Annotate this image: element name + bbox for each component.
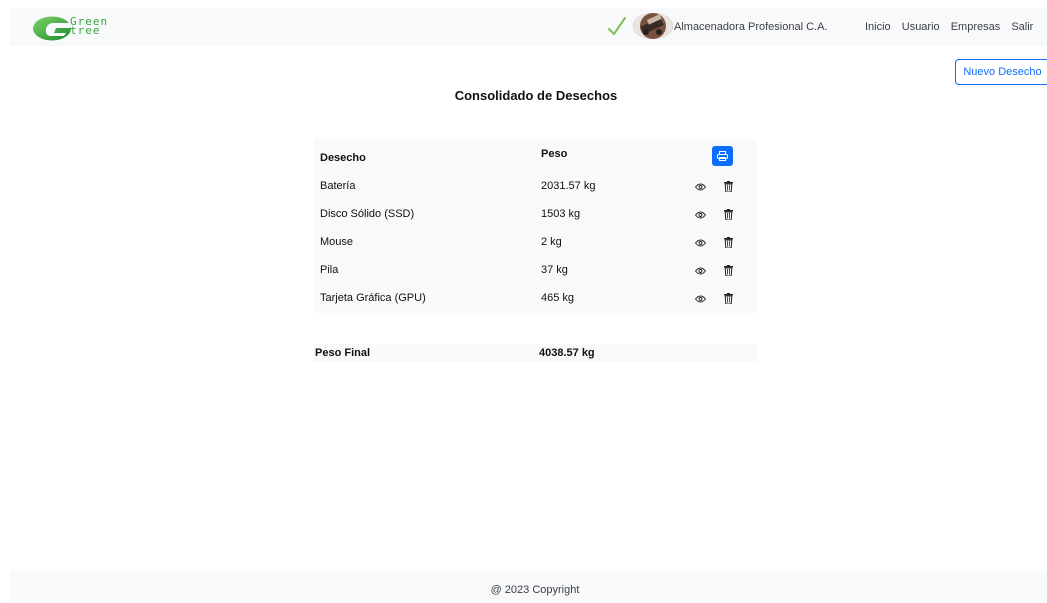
eye-icon[interactable]: [695, 267, 706, 275]
cell-desecho: Mouse: [320, 236, 354, 248]
page-title: Consolidado de Desechos: [454, 88, 618, 103]
trash-icon[interactable]: [724, 209, 733, 220]
eye-icon[interactable]: [695, 211, 706, 219]
eye-icon[interactable]: [695, 183, 706, 191]
navbar: Green tree Almacenadora Profesional C.A.…: [10, 8, 1047, 46]
logo-text: Green tree: [70, 15, 109, 37]
company-photo-icon: [633, 13, 673, 39]
table-row: Mouse 2 kg: [314, 229, 757, 257]
cell-desecho: Batería: [320, 180, 356, 192]
table-row: Disco Sólido (SSD) 1503 kg: [314, 201, 757, 229]
waste-table: Desecho Peso Batería 2031.57 kg Disco Só…: [314, 139, 757, 313]
nav-salir[interactable]: Salir: [1011, 21, 1033, 33]
cell-desecho: Tarjeta Gráfica (GPU): [320, 292, 426, 304]
print-button[interactable]: [712, 146, 733, 166]
total-value: 4038.57 kg: [539, 347, 595, 359]
cell-peso: 2031.57 kg: [541, 180, 596, 192]
cell-peso: 37 kg: [541, 264, 568, 276]
print-icon: [717, 151, 728, 161]
verified-check-icon: [608, 17, 626, 35]
table-header: Desecho Peso: [314, 139, 757, 173]
company-name: Almacenadora Profesional C.A.: [674, 21, 828, 33]
nav-links: Inicio Usuario Empresas Salir: [865, 21, 1033, 33]
table-row: Batería 2031.57 kg: [314, 173, 757, 201]
nav-inicio[interactable]: Inicio: [865, 21, 891, 33]
company-avatar[interactable]: [633, 13, 673, 39]
table-row: Tarjeta Gráfica (GPU) 465 kg: [314, 285, 757, 313]
nav-usuario[interactable]: Usuario: [902, 21, 940, 33]
trash-icon[interactable]: [724, 265, 733, 276]
column-header-peso: Peso: [541, 148, 568, 160]
total-row: Peso Final 4038.57 kg: [314, 344, 757, 362]
total-label: Peso Final: [315, 347, 371, 359]
column-header-desecho: Desecho: [320, 152, 366, 164]
trash-icon[interactable]: [724, 181, 733, 192]
eye-icon[interactable]: [695, 295, 706, 303]
trash-icon[interactable]: [724, 293, 733, 304]
cell-desecho: Pila: [320, 264, 339, 276]
new-waste-button[interactable]: Nuevo Desecho: [955, 59, 1047, 85]
brand-logo[interactable]: Green tree: [32, 16, 124, 42]
footer: @ 2023 Copyright: [10, 571, 1047, 603]
eye-icon[interactable]: [695, 239, 706, 247]
cell-peso: 2 kg: [541, 236, 562, 248]
nav-empresas[interactable]: Empresas: [951, 21, 1001, 33]
trash-icon[interactable]: [724, 237, 733, 248]
footer-copyright: @ 2023 Copyright: [490, 584, 580, 596]
cell-peso: 465 kg: [541, 292, 575, 304]
table-row: Pila 37 kg: [314, 257, 757, 285]
cell-peso: 1503 kg: [541, 208, 581, 220]
cell-desecho: Disco Sólido (SSD): [320, 208, 415, 220]
